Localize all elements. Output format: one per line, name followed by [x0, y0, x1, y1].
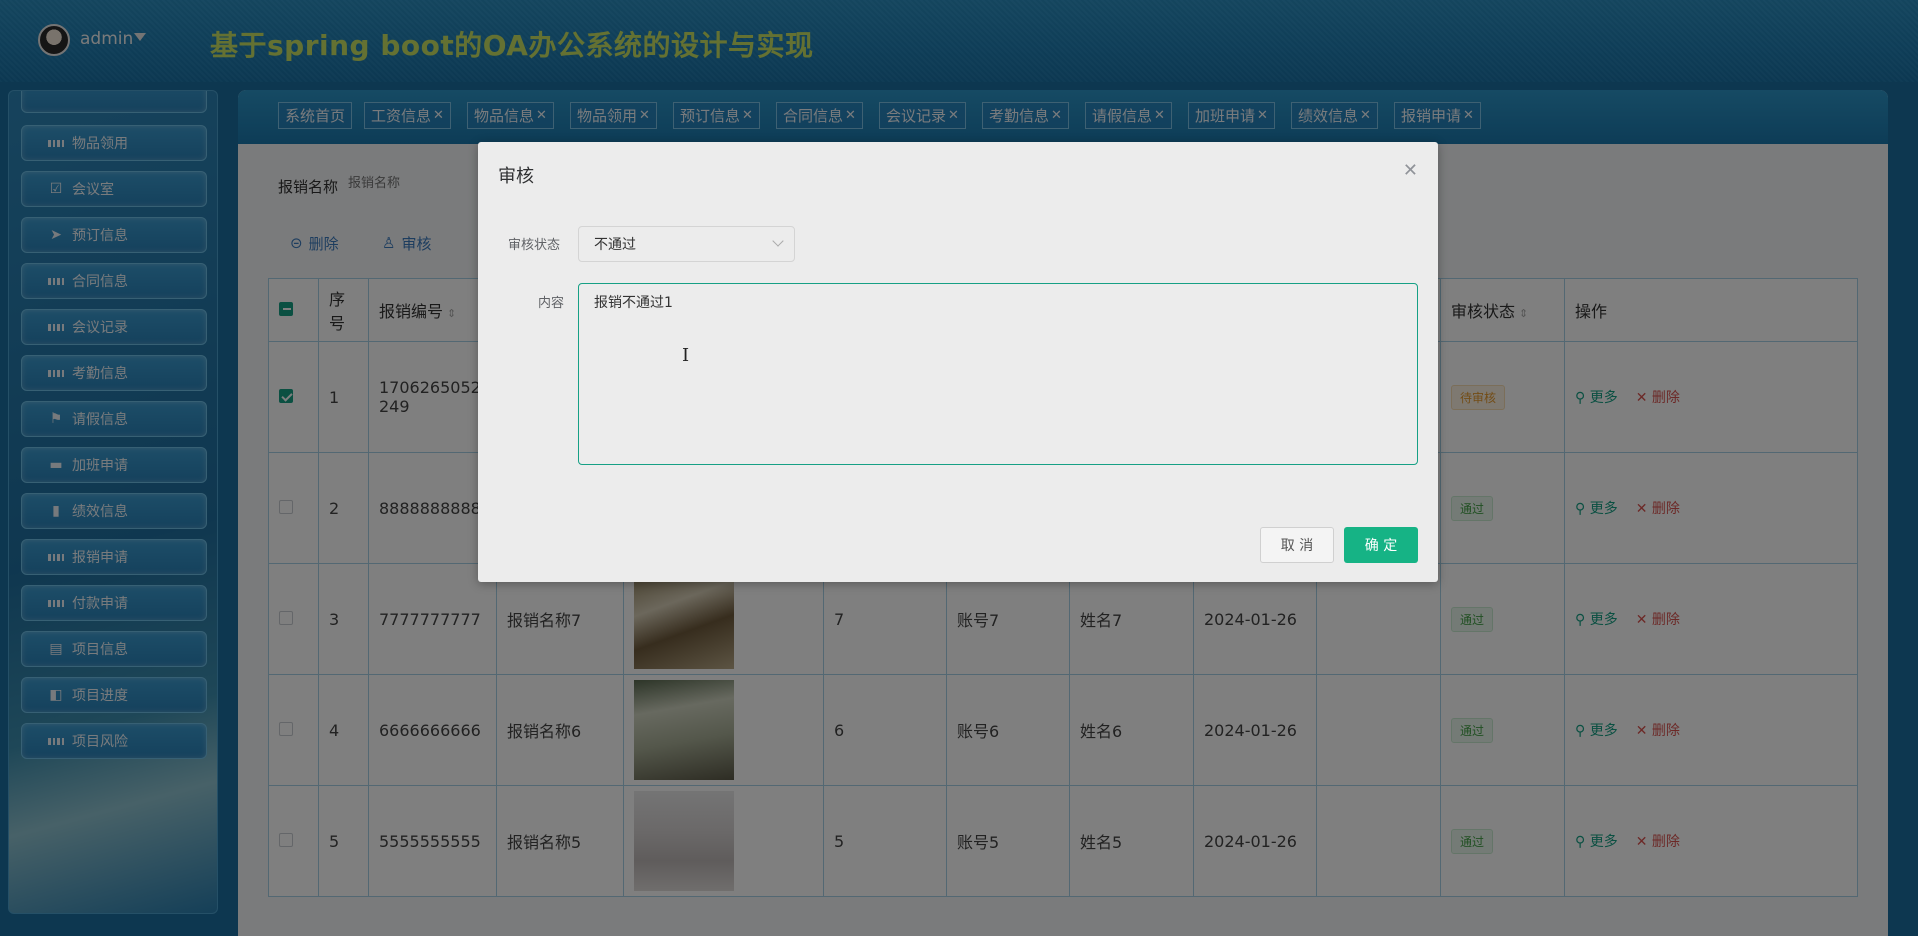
text-cursor-icon: I: [682, 345, 690, 366]
close-icon[interactable]: ✕: [1403, 160, 1418, 181]
chevron-down-icon: [772, 235, 784, 247]
confirm-button[interactable]: 确 定: [1344, 527, 1418, 563]
dialog-title: 审核: [498, 166, 534, 187]
audit-dialog: 审核 ✕ 审核状态 不通过 内容 报销不通过1 I 取 消 确 定: [478, 142, 1438, 582]
cancel-button[interactable]: 取 消: [1260, 527, 1334, 563]
content-label: 内容: [538, 296, 565, 311]
status-label: 审核状态: [508, 238, 561, 253]
status-select[interactable]: 不通过: [578, 226, 795, 262]
status-select-value: 不通过: [594, 237, 636, 253]
content-textarea[interactable]: 报销不通过1: [578, 283, 1418, 465]
